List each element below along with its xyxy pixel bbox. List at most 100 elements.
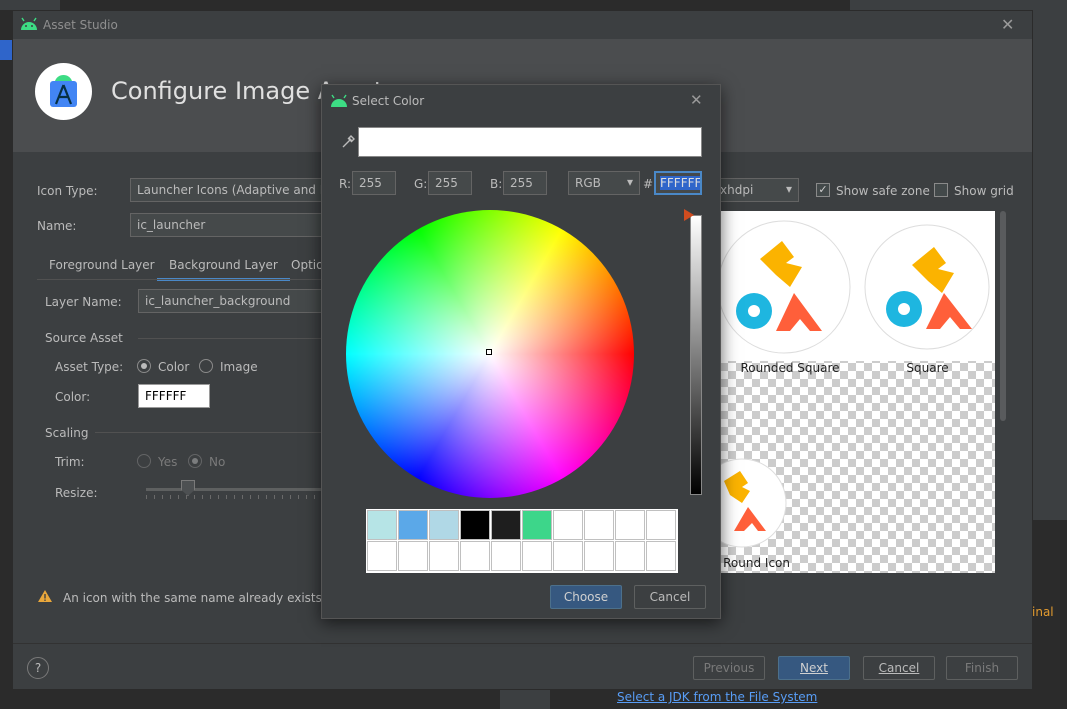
red-label: R:	[339, 177, 352, 191]
square-preview-icon	[864, 224, 990, 350]
recent-color-swatch[interactable]	[398, 510, 428, 540]
select-color-title: Select Color	[352, 94, 425, 108]
tab-background-layer[interactable]: Background Layer	[157, 258, 290, 281]
show-grid-label: Show grid	[954, 184, 1014, 198]
brightness-slider-thumb[interactable]	[684, 209, 694, 221]
tab-divider	[37, 279, 322, 280]
recent-color-swatch[interactable]	[460, 541, 490, 571]
android-studio-logo	[35, 63, 92, 120]
ide-right-panel	[1032, 10, 1067, 520]
android-icon	[331, 94, 347, 107]
footer-divider	[13, 643, 1032, 644]
recent-color-swatch[interactable]	[491, 510, 521, 540]
recent-color-swatch[interactable]	[584, 510, 614, 540]
recent-color-swatch[interactable]	[553, 510, 583, 540]
recent-color-swatch[interactable]	[429, 541, 459, 571]
recent-color-swatch[interactable]	[491, 541, 521, 571]
close-icon[interactable]: ✕	[690, 91, 703, 109]
blue-input[interactable]: 255	[503, 171, 547, 195]
next-button[interactable]: Next	[778, 656, 850, 680]
recent-color-swatch[interactable]	[553, 541, 583, 571]
show-safe-zone-checkbox[interactable]: ✓	[816, 183, 830, 197]
tab-options[interactable]: Options	[291, 258, 321, 278]
close-icon[interactable]: ✕	[1001, 15, 1014, 34]
asset-type-color-label: Color	[158, 360, 190, 374]
resize-slider-thumb[interactable]	[181, 480, 195, 496]
recent-color-swatch[interactable]	[460, 510, 490, 540]
red-input[interactable]: 255	[352, 171, 396, 195]
recent-color-swatch[interactable]	[367, 510, 397, 540]
trim-no-radio[interactable]	[188, 454, 202, 468]
dialog-title: Asset Studio	[43, 18, 118, 32]
previous-button[interactable]: Previous	[693, 656, 765, 680]
select-color-dialog: Select Color ✕ R: 255 G: 255 B: 255 RGB …	[321, 84, 721, 619]
color-label: Color:	[55, 390, 91, 404]
asset-type-image-label: Image	[220, 360, 258, 374]
recent-color-swatch[interactable]	[646, 510, 676, 540]
recent-color-swatch[interactable]	[584, 541, 614, 571]
cancel-button[interactable]: Cancel	[863, 656, 935, 680]
preview-scrollbar[interactable]	[998, 211, 1008, 573]
show-grid-checkbox[interactable]	[934, 183, 948, 197]
round-icon-label: Round Icon	[723, 556, 790, 570]
round-preview-icon	[720, 458, 787, 548]
recent-color-swatch[interactable]	[615, 510, 645, 540]
terminal-tab-label[interactable]: inal	[1032, 605, 1054, 619]
trim-yes-label: Yes	[158, 455, 178, 469]
ide-top-bar	[0, 0, 1067, 10]
icon-type-select[interactable]: Launcher Icons (Adaptive and Legacy)	[130, 178, 330, 202]
show-safe-zone-label: Show safe zone	[836, 184, 930, 198]
hex-input-value: FFFFFF	[660, 176, 702, 190]
eyedropper-icon[interactable]	[340, 134, 356, 150]
rounded-square-preview-icon	[720, 220, 851, 354]
density-select[interactable]: xhdpi ▾	[713, 178, 799, 202]
help-icon[interactable]: ?	[27, 657, 49, 679]
recent-color-swatch[interactable]	[429, 510, 459, 540]
resize-slider-track[interactable]	[146, 488, 322, 491]
hex-hash-label: #	[643, 177, 654, 191]
density-select-value: xhdpi	[720, 183, 754, 197]
chevron-down-icon: ▾	[626, 175, 633, 189]
color-cancel-button[interactable]: Cancel	[634, 585, 706, 609]
icon-preview-panel: Rounded Square Square Round Icon	[720, 211, 995, 573]
recent-colors-grid	[366, 509, 678, 573]
trim-label: Trim:	[55, 455, 85, 469]
layer-name-field[interactable]: ic_launcher_background	[138, 289, 322, 313]
recent-color-swatch[interactable]	[522, 541, 552, 571]
tab-foreground-layer[interactable]: Foreground Layer	[49, 258, 155, 278]
scaling-heading: Scaling	[45, 426, 89, 440]
select-jdk-link[interactable]: Select a JDK from the File System	[617, 690, 817, 704]
trim-no-label: No	[209, 455, 226, 469]
asset-type-image-radio[interactable]	[199, 359, 213, 373]
asset-type-label: Asset Type:	[55, 360, 124, 374]
dialog-title-bar: Asset Studio ✕	[13, 11, 1032, 39]
scaling-divider	[95, 432, 322, 433]
hex-input[interactable]: FFFFFF	[654, 171, 702, 195]
color-wheel-marker[interactable]	[486, 349, 492, 355]
android-icon	[21, 17, 37, 30]
blue-label: B:	[490, 177, 503, 191]
icon-type-label: Icon Type:	[37, 184, 98, 198]
asset-type-color-radio[interactable]	[137, 359, 151, 373]
trim-yes-radio[interactable]	[137, 454, 151, 468]
color-mode-value: RGB	[575, 176, 601, 190]
select-color-title-bar: Select Color ✕	[322, 85, 720, 115]
name-field[interactable]: ic_launcher	[130, 213, 330, 237]
rounded-square-label: Rounded Square	[740, 361, 840, 375]
name-label: Name:	[37, 219, 77, 233]
color-preview-bar	[358, 127, 702, 157]
recent-color-swatch[interactable]	[367, 541, 397, 571]
recent-color-swatch[interactable]	[646, 541, 676, 571]
warning-message: An icon with the same name already exist…	[63, 591, 321, 605]
finish-button[interactable]: Finish	[946, 656, 1018, 680]
source-asset-heading: Source Asset	[45, 331, 123, 345]
green-input[interactable]: 255	[428, 171, 472, 195]
color-mode-select[interactable]: RGB ▾	[568, 171, 640, 195]
recent-color-swatch[interactable]	[398, 541, 428, 571]
recent-color-swatch[interactable]	[615, 541, 645, 571]
resize-label: Resize:	[55, 486, 98, 500]
color-swatch-field[interactable]: FFFFFF	[138, 384, 210, 408]
recent-color-swatch[interactable]	[522, 510, 552, 540]
brightness-slider[interactable]	[690, 215, 702, 495]
choose-button[interactable]: Choose	[550, 585, 622, 609]
